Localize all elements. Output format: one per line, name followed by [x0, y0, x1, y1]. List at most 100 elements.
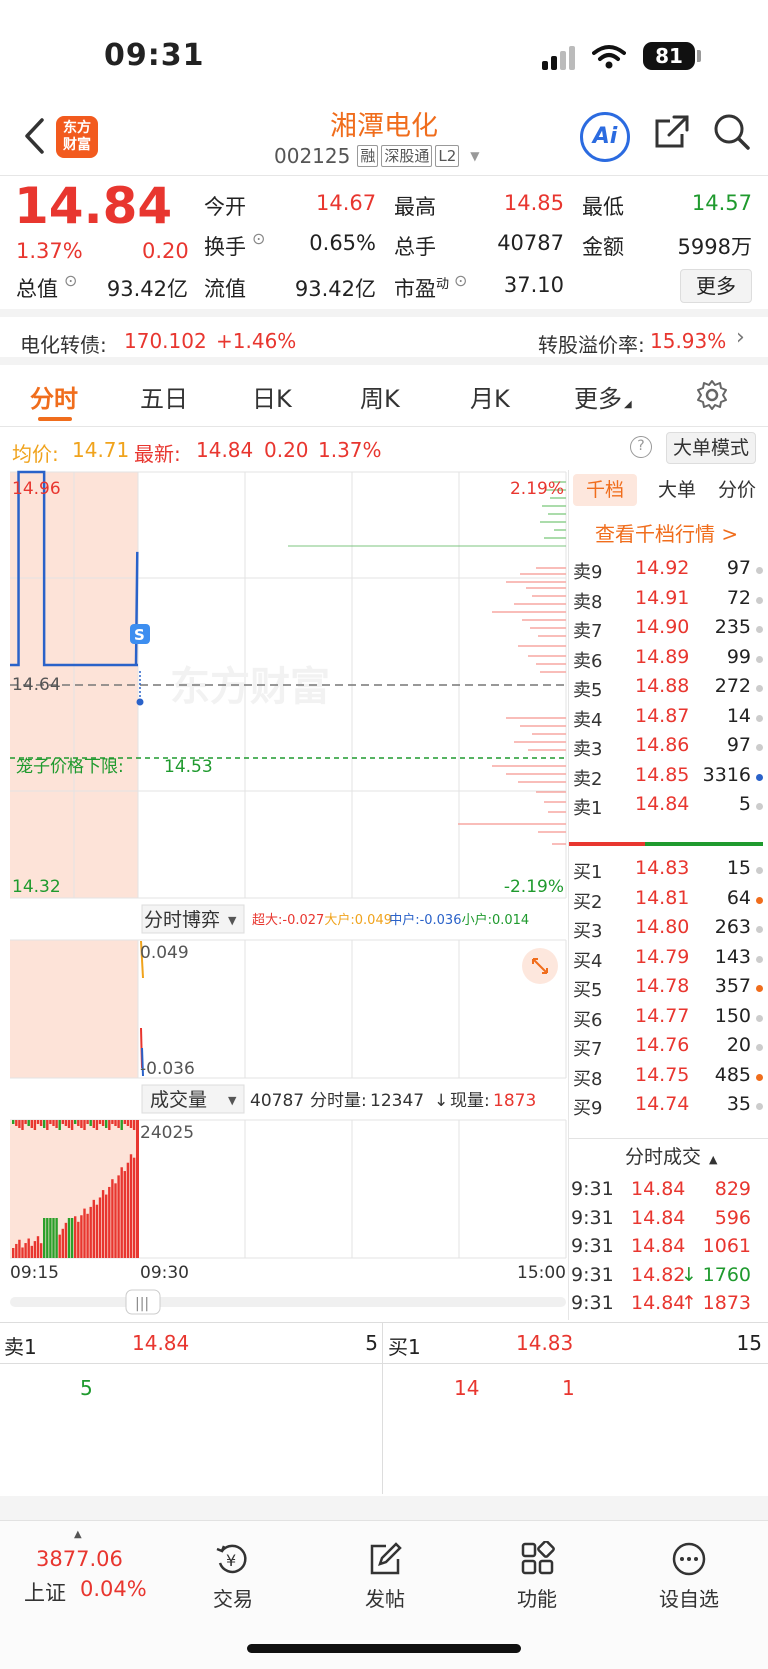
more-button[interactable]: 更多 — [680, 269, 752, 303]
x-mid-label: 09:30 — [140, 1263, 189, 1283]
info-icon[interactable]: ⊙ — [454, 271, 467, 290]
ask-row[interactable]: 卖1 14.84 5 — [569, 790, 765, 821]
vol-title: 成交量 — [150, 1089, 207, 1111]
dropdown-caret-icon: ▼ — [228, 914, 237, 927]
volume-bar-top — [129, 1120, 133, 1128]
stock-code-row[interactable]: 002125 融 深股通 L2 ▼ — [274, 144, 480, 168]
volume-bar — [120, 1167, 123, 1258]
volume-bar — [46, 1218, 49, 1258]
tab-intraday[interactable]: 分时 — [30, 379, 78, 414]
best-bid-price: 14.83 — [516, 1331, 574, 1355]
vol-period: 12347 — [370, 1091, 424, 1111]
tab-five-day[interactable]: 五日 — [140, 379, 188, 414]
best-ask-vol: 5 — [365, 1331, 378, 1355]
bid-row[interactable]: 买4 14.79 143 — [569, 943, 765, 974]
ask-row[interactable]: 卖2 14.85 3316 — [569, 761, 765, 792]
divider — [382, 1323, 383, 1365]
ask-row[interactable]: 卖3 14.86 97 — [569, 731, 765, 762]
index-pct[interactable]: 0.04% — [80, 1577, 147, 1601]
bid-marker-dot — [756, 1044, 763, 1051]
tab-big-orders[interactable]: 大单 — [649, 474, 705, 506]
share-icon[interactable] — [652, 112, 692, 152]
high-label: 最高 — [394, 195, 436, 219]
help-icon[interactable]: ? — [630, 436, 652, 458]
ask-row[interactable]: 卖8 14.91 72 — [569, 584, 765, 615]
pct-top-label: 2.19% — [510, 479, 564, 499]
convertible-bond-bar[interactable]: 电化转债: 170.102 +1.46% 转股溢价率: 15.93% › — [0, 317, 768, 365]
tick-price: 14.84 — [631, 1206, 686, 1229]
ask-row[interactable]: 卖5 14.88 272 — [569, 672, 765, 703]
volume-bar — [15, 1243, 18, 1258]
y-top-label: 14.96 — [12, 479, 61, 499]
ticks-title[interactable]: 分时成交 ▲ — [625, 1142, 717, 1169]
bid-row[interactable]: 买1 14.83 15 — [569, 854, 765, 885]
tick-price: 14.82 — [631, 1263, 686, 1286]
nav-post[interactable]: 发帖 — [330, 1541, 440, 1612]
last-change: 0.20 — [264, 438, 309, 462]
tick-volume: 1873 — [702, 1292, 751, 1314]
ai-button[interactable]: Ai — [580, 112, 630, 162]
tick-volume: 1760 — [702, 1263, 751, 1286]
ask-row[interactable]: 卖4 14.87 14 — [569, 702, 765, 733]
bid-price: 14.78 — [635, 975, 690, 997]
ask-marker-dot — [756, 685, 763, 692]
tick-row: 9:31 14.84 829 — [569, 1176, 765, 1206]
index-name[interactable]: 上证 — [24, 1577, 66, 1607]
volume-bar-top — [108, 1120, 111, 1130]
spacer — [0, 1496, 768, 1520]
tab-monthly-k[interactable]: 月K — [470, 379, 510, 414]
volume-bar — [55, 1218, 58, 1258]
nav-trade[interactable]: ¥ 交易 — [178, 1541, 288, 1612]
tick-direction: ↓ — [681, 1263, 697, 1286]
connect-tag: 深股通 — [381, 145, 433, 167]
bid-row[interactable]: 买7 14.76 20 — [569, 1031, 765, 1062]
bid-volume: 20 — [726, 1034, 751, 1056]
order-book: 千档 大单 分价 查看千档行情 > 卖9 14.92 97 卖8 14.91 72 卖7 14… — [568, 470, 768, 1320]
float-label: 流值 — [204, 277, 246, 301]
tab-price-split[interactable]: 分价 — [709, 474, 765, 506]
volume-bar — [108, 1186, 111, 1258]
tick-volume: 829 — [714, 1178, 751, 1200]
ask-marker-dot — [756, 803, 763, 810]
volume-bar-top — [70, 1120, 74, 1130]
settings-gear-icon[interactable] — [696, 379, 728, 411]
tick-time: 9:31 — [571, 1178, 614, 1200]
bid-marker-dot — [756, 1103, 763, 1110]
nav-add-watchlist[interactable]: 设自选 — [634, 1541, 744, 1612]
info-icon[interactable]: ⊙ — [252, 229, 265, 248]
volume-bar — [80, 1215, 83, 1258]
tab-daily-k[interactable]: 日K — [252, 379, 292, 414]
tab-weekly-k[interactable]: 周K — [360, 379, 400, 414]
volume-bar — [132, 1157, 136, 1258]
info-icon[interactable]: ⊙ — [64, 271, 77, 290]
ask-volume: 5 — [738, 793, 751, 815]
depth-link[interactable]: 查看千档行情 > — [595, 518, 738, 547]
best-bid-vol: 15 — [736, 1331, 762, 1355]
bid-row[interactable]: 买6 14.77 150 — [569, 1002, 765, 1033]
volume-bar-top — [98, 1120, 102, 1124]
bid-row[interactable]: 买2 14.81 64 — [569, 884, 765, 915]
ask-row[interactable]: 卖6 14.89 99 — [569, 643, 765, 674]
intraday-chart[interactable]: 东方财富 S 14.96 14.64 14.32 2.19% -2.19% 笼子… — [0, 468, 568, 1318]
index-value[interactable]: 3877.06 — [36, 1547, 123, 1571]
ask-row[interactable]: 卖7 14.90 235 — [569, 613, 765, 644]
tab-more[interactable]: 更多 ◢ — [574, 379, 632, 414]
bid-row[interactable]: 买9 14.74 35 — [569, 1090, 765, 1121]
bid-queue-item: 1 — [562, 1376, 575, 1400]
volume-bar — [83, 1208, 86, 1258]
nav-functions[interactable]: 功能 — [482, 1541, 592, 1612]
tab-depth[interactable]: 千档 — [573, 474, 637, 506]
volume-bar-top — [132, 1120, 136, 1130]
ask-level-label: 卖1 — [573, 798, 603, 819]
ask-row[interactable]: 卖9 14.92 97 — [569, 554, 765, 585]
volume-bar — [89, 1206, 92, 1258]
divider — [569, 1138, 768, 1139]
home-indicator[interactable] — [247, 1644, 521, 1653]
bid-row[interactable]: 买3 14.80 263 — [569, 913, 765, 944]
edit-post-icon — [370, 1542, 402, 1575]
grid-functions-icon — [521, 1541, 555, 1575]
search-icon[interactable] — [712, 112, 752, 152]
bid-row[interactable]: 买5 14.78 357 — [569, 972, 765, 1003]
big-order-mode-button[interactable]: 大单模式 — [666, 432, 756, 464]
bid-row[interactable]: 买8 14.75 485 — [569, 1061, 765, 1092]
